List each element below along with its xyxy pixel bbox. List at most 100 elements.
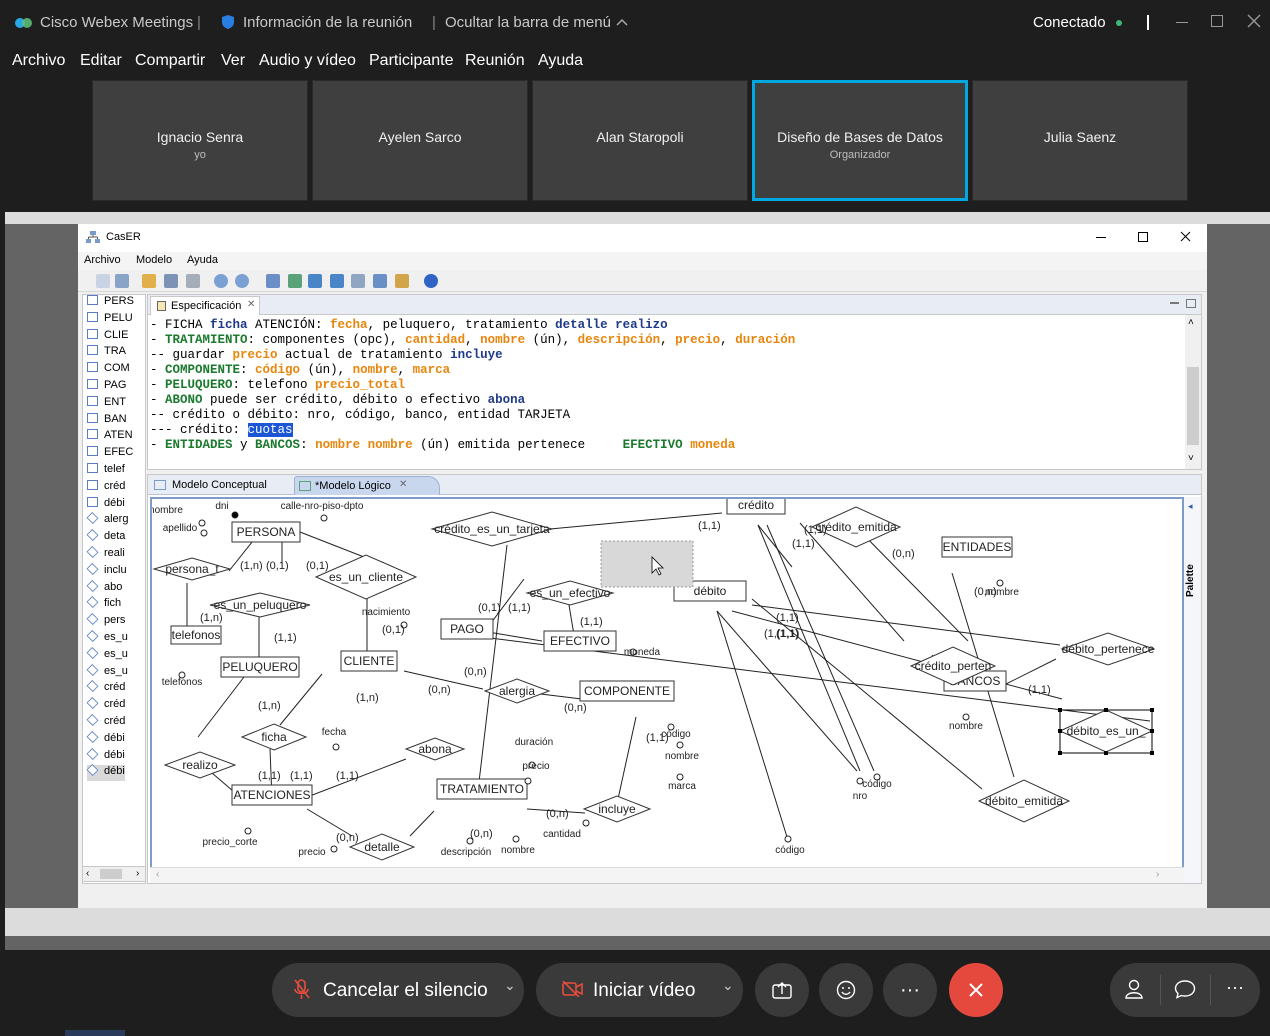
tree-item[interactable]: créd: [86, 714, 125, 731]
export-icon[interactable]: [373, 274, 387, 288]
tree-item[interactable]: BAN: [87, 412, 127, 429]
reactions-button[interactable]: [819, 963, 873, 1017]
palette[interactable]: ◂ Palette: [1184, 497, 1201, 883]
unmute-button[interactable]: Cancelar el silencio ⌄: [272, 963, 524, 1017]
zoom-out-icon[interactable]: [214, 274, 228, 288]
diagram-hscrollbar[interactable]: ‹ ›: [150, 867, 1184, 883]
print-icon[interactable]: [186, 274, 200, 288]
tree-item[interactable]: PAG: [87, 379, 126, 395]
tree-item[interactable]: reali: [86, 546, 125, 563]
spec-vscrollbar[interactable]: ˄ ˅: [1185, 315, 1201, 469]
hide-menu-button[interactable]: Ocultar la barra de menú: [445, 14, 611, 31]
tree-hscrollbar[interactable]: ‹ ›: [82, 866, 146, 882]
menu-archivo[interactable]: Archivo: [12, 52, 65, 70]
tree-item[interactable]: débi: [87, 496, 125, 513]
page-icon[interactable]: [266, 274, 280, 288]
database-icon[interactable]: [330, 274, 344, 288]
tree-item[interactable]: PERS: [87, 295, 134, 311]
open-icon[interactable]: [142, 274, 156, 288]
tree-item[interactable]: créd: [86, 697, 125, 714]
tree-item[interactable]: CLIE: [87, 328, 128, 345]
menu-compartir[interactable]: Compartir: [135, 52, 205, 70]
caser-menu-ayuda[interactable]: Ayuda: [187, 254, 218, 266]
tree-item[interactable]: débi: [86, 764, 125, 782]
start-video-button[interactable]: Iniciar vídeo ⌄: [536, 963, 743, 1017]
tree-item[interactable]: telef: [87, 463, 125, 479]
model-icon[interactable]: [288, 274, 302, 288]
menu-reunion[interactable]: Reunión: [465, 52, 525, 70]
caser-menu-archivo[interactable]: Archivo: [84, 254, 121, 266]
tab-modelo-logico[interactable]: *Modelo Lógico ✕: [294, 476, 440, 495]
help-icon[interactable]: [424, 274, 438, 288]
tree-item[interactable]: ENT: [87, 395, 126, 412]
palette-toggle-icon[interactable]: ◂: [1188, 501, 1193, 512]
menu-editar[interactable]: Editar: [80, 52, 122, 70]
meeting-info-button[interactable]: Información de la reunión: [243, 14, 412, 31]
maximize-view-icon[interactable]: [1186, 299, 1196, 308]
participant-tile-active[interactable]: Diseño de Bases de Datos Organizador: [752, 80, 968, 201]
tree-item[interactable]: es_u: [86, 663, 128, 681]
minimize-icon[interactable]: [1176, 22, 1188, 23]
layers-icon[interactable]: [351, 274, 365, 288]
chevron-up-icon[interactable]: [616, 18, 628, 26]
tree-item[interactable]: abo: [86, 579, 122, 597]
import-icon[interactable]: [115, 274, 129, 288]
participant-tile[interactable]: Ayelen Sarco: [312, 80, 528, 201]
chevron-down-icon[interactable]: ⌄: [722, 977, 734, 994]
chat-icon[interactable]: [1174, 979, 1196, 999]
tree-item[interactable]: TRA: [87, 345, 126, 361]
tab-modelo-conceptual[interactable]: Modelo Conceptual: [150, 476, 290, 495]
tree-item[interactable]: EFEC: [87, 446, 133, 462]
tree-item[interactable]: débi: [86, 747, 125, 765]
tree-item[interactable]: deta: [86, 529, 125, 546]
tree-item[interactable]: alerg: [86, 512, 128, 529]
maximize-icon[interactable]: [1138, 232, 1148, 242]
tree-item[interactable]: ATEN: [87, 429, 133, 445]
scroll-up-icon[interactable]: ˄: [1188, 317, 1194, 328]
close-icon[interactable]: [1247, 14, 1261, 28]
convert-icon[interactable]: [308, 274, 322, 288]
participant-tile[interactable]: Julia Saenz: [972, 80, 1188, 201]
tab-close-icon[interactable]: ✕: [247, 299, 255, 310]
participants-icon[interactable]: [1125, 979, 1145, 999]
tree-item[interactable]: es_u: [86, 630, 128, 647]
new-icon[interactable]: [96, 274, 110, 288]
spec-text-editor[interactable]: - FICHA ficha ATENCIÓN: fecha, peluquero…: [148, 315, 1183, 469]
scroll-left-icon[interactable]: ‹: [86, 868, 89, 879]
tree-item[interactable]: COM: [87, 362, 130, 378]
scroll-thumb[interactable]: [100, 869, 122, 879]
share-button[interactable]: [755, 963, 809, 1017]
menu-ayuda[interactable]: Ayuda: [538, 52, 583, 70]
scroll-right-icon[interactable]: ›: [1156, 869, 1159, 880]
tree-item[interactable]: PELU: [87, 311, 133, 328]
tree-item[interactable]: créd: [87, 479, 125, 496]
tree-item[interactable]: es_u: [86, 646, 128, 664]
tab-especificacion[interactable]: Especificación ✕: [150, 296, 260, 315]
menu-ver[interactable]: Ver: [221, 52, 245, 70]
script-icon[interactable]: [395, 274, 409, 288]
minimize-view-icon[interactable]: [1170, 302, 1179, 304]
zoom-in-icon[interactable]: [235, 274, 249, 288]
scroll-thumb[interactable]: [1187, 367, 1199, 445]
tab-close-icon[interactable]: ✕: [399, 479, 407, 490]
scroll-right-icon[interactable]: ›: [136, 868, 139, 879]
menu-participante[interactable]: Participante: [369, 52, 454, 70]
scroll-down-icon[interactable]: ˅: [1188, 453, 1194, 464]
tree-item[interactable]: débi: [86, 730, 125, 748]
selection-box[interactable]: [600, 540, 694, 588]
caser-menu-modelo[interactable]: Modelo: [136, 254, 172, 266]
more-icon[interactable]: ···: [1226, 977, 1244, 998]
chevron-down-icon[interactable]: ⌄: [504, 977, 516, 994]
scroll-left-icon[interactable]: ‹: [156, 869, 159, 880]
more-options-button[interactable]: ···: [883, 963, 937, 1017]
save-icon[interactable]: [164, 274, 178, 288]
leave-meeting-button[interactable]: [949, 963, 1003, 1017]
minimize-icon[interactable]: [1096, 237, 1106, 238]
tree-item[interactable]: créd: [86, 680, 125, 697]
maximize-icon[interactable]: [1211, 15, 1223, 27]
tree-item[interactable]: inclu: [86, 562, 127, 580]
close-icon[interactable]: [1180, 231, 1191, 242]
tree-item[interactable]: pers: [86, 613, 125, 630]
participant-tile[interactable]: Ignacio Senra yo: [92, 80, 308, 201]
tree-item[interactable]: fich: [86, 596, 121, 613]
